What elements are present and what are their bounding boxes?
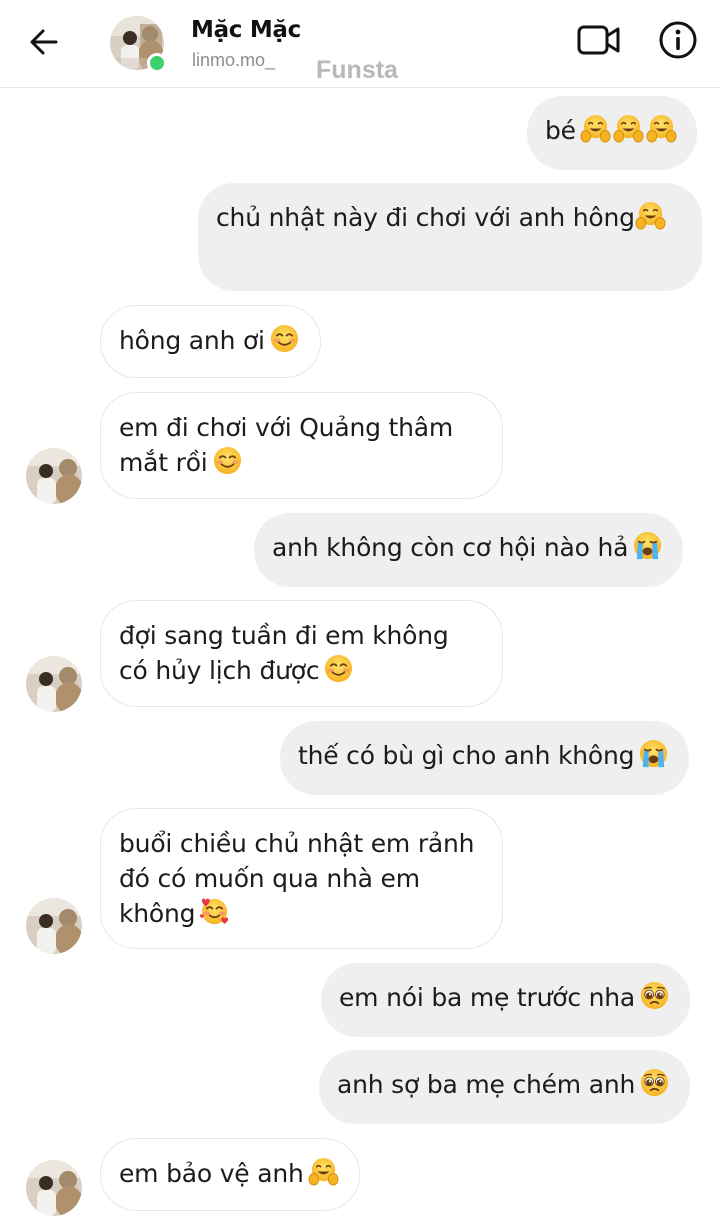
message-text: bé	[545, 116, 576, 145]
smiling-face-emoji-icon	[212, 445, 243, 476]
chat-header: Mặc Mặc linmo.mo_ Funsta	[0, 0, 720, 88]
message-bubble-outgoing[interactable]: thế có bù gì cho anh không	[280, 721, 690, 795]
smiling-face-emoji-icon	[323, 653, 354, 684]
message-bubble-incoming[interactable]: hông anh ơi	[100, 305, 321, 378]
message-text: anh không còn cơ hội nào hả	[272, 533, 629, 562]
info-circle-icon	[658, 20, 698, 65]
message-text: hông anh ơi	[119, 326, 265, 355]
hugging-face-emoji-icon	[646, 113, 677, 144]
message-bubble-incoming[interactable]: đợi sang tuần đi em không có hủy lịch đư…	[100, 600, 503, 707]
hugging-face-emoji-icon	[613, 113, 644, 144]
message-text: chủ nhật này đi chơi với anh hông	[216, 203, 635, 232]
loudly-crying-face-emoji-icon	[632, 530, 663, 561]
arrow-left-icon	[28, 26, 60, 63]
watermark-text: Funsta	[316, 56, 398, 84]
message-bubble-outgoing[interactable]: anh sợ ba mẹ chém anh	[319, 1050, 691, 1124]
contact-username[interactable]: linmo.mo_	[192, 50, 275, 71]
smiling-face-emoji-icon	[269, 323, 300, 354]
message-bubble-incoming[interactable]: em bảo vệ anh	[100, 1138, 360, 1211]
message-bubble-outgoing[interactable]: anh không còn cơ hội nào hả	[254, 513, 684, 587]
video-camera-icon	[577, 23, 621, 62]
message-bubble-outgoing[interactable]: chủ nhật này đi chơi với anh hông	[198, 183, 702, 291]
contact-avatar[interactable]	[26, 898, 82, 954]
info-button[interactable]	[654, 18, 702, 66]
video-call-button[interactable]	[574, 20, 624, 64]
message-bubble-incoming[interactable]: buổi chiều chủ nhật em rảnh đó có muốn q…	[100, 808, 503, 949]
header-avatar[interactable]	[110, 16, 167, 73]
hugging-face-emoji-icon	[307, 1156, 339, 1187]
pleading-face-emoji-icon	[639, 1067, 670, 1098]
message-bubble-outgoing[interactable]: em nói ba mẹ trước nha	[321, 963, 691, 1037]
message-text: thế có bù gì cho anh không	[298, 741, 635, 770]
contact-avatar[interactable]	[26, 1160, 82, 1216]
message-text: anh sợ ba mẹ chém anh	[337, 1070, 636, 1099]
hugging-face-emoji-icon	[580, 113, 611, 144]
contact-name[interactable]: Mặc Mặc	[191, 17, 301, 43]
smiling-face-with-hearts-emoji-icon	[199, 896, 230, 927]
message-text: đợi sang tuần đi em không có hủy lịch đư…	[119, 621, 457, 685]
contact-avatar[interactable]	[26, 448, 82, 504]
message-text: buổi chiều chủ nhật em rảnh đó có muốn q…	[119, 829, 483, 928]
back-button[interactable]	[22, 22, 66, 66]
online-status-dot	[147, 53, 167, 73]
loudly-crying-face-emoji-icon	[638, 738, 669, 769]
pleading-face-emoji-icon	[639, 980, 670, 1011]
contact-avatar[interactable]	[26, 656, 82, 712]
message-text: em bảo vệ anh	[119, 1159, 304, 1188]
hugging-face-emoji-icon	[634, 200, 666, 231]
message-bubble-incoming[interactable]: em đi chơi với Quảng thâm mắt rồi	[100, 392, 503, 499]
message-bubble-outgoing[interactable]: bé	[527, 96, 697, 170]
message-text: em đi chơi với Quảng thâm mắt rồi	[119, 413, 461, 477]
message-text: em nói ba mẹ trước nha	[339, 983, 636, 1012]
